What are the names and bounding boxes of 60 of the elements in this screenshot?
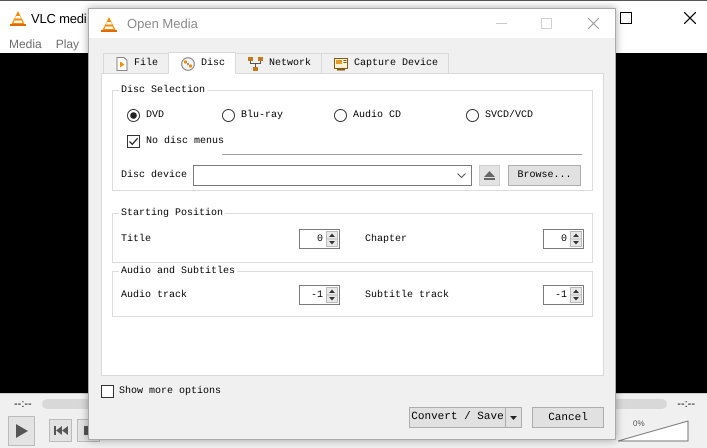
menu-item[interactable]: Play: [56, 37, 80, 51]
radio-button[interactable]: [334, 109, 347, 122]
network-icon: [248, 56, 264, 70]
tab[interactable]: Disc: [168, 52, 236, 74]
radio-label: DVD: [146, 110, 164, 121]
field-label: Subtitle track: [365, 290, 450, 300]
disc-icon: [181, 56, 196, 70]
capture-device-icon: [334, 56, 348, 70]
vlc-cone-icon: [10, 10, 26, 26]
tab[interactable]: File: [103, 53, 170, 73]
close-icon[interactable]: [684, 12, 696, 24]
window-title: VLC medi: [31, 10, 86, 26]
eject-button[interactable]: [479, 165, 500, 186]
tab[interactable]: Capture Device: [321, 53, 450, 73]
checkbox-label: Show more options: [119, 386, 222, 397]
radio-button[interactable]: [466, 109, 479, 122]
vlc-cone-icon: [101, 16, 117, 32]
play-button[interactable]: [8, 416, 35, 446]
field-label: Audio track: [121, 290, 188, 300]
radio-button[interactable]: [127, 109, 140, 122]
elapsed-time: --:--: [14, 398, 32, 410]
checkbox[interactable]: [101, 385, 114, 398]
group-title: Starting Position: [121, 208, 224, 219]
previous-button[interactable]: [49, 419, 72, 442]
eject-icon: [484, 171, 496, 180]
convert-save-button[interactable]: Convert / Save: [409, 407, 522, 428]
checkbox-label: No disc menus: [146, 136, 224, 147]
file-icon: [116, 56, 128, 70]
checkbox[interactable]: [127, 135, 140, 148]
spin-arrows-icon: [326, 231, 338, 247]
spin-arrows-icon: [570, 231, 582, 247]
radio-label: SVCD/VCD: [485, 110, 534, 121]
radio-button[interactable]: [222, 109, 235, 122]
spin-box[interactable]: -1: [543, 285, 584, 305]
field-label: Disc device: [121, 170, 188, 181]
field-label: Title: [121, 234, 152, 244]
field-label: Chapter: [365, 234, 408, 244]
play-icon: [16, 424, 28, 438]
group-title: Disc Selection: [121, 85, 206, 96]
browse-button[interactable]: Browse...: [508, 165, 582, 186]
dialog-title: Open Media: [127, 16, 198, 31]
volume-wedge-icon[interactable]: [617, 420, 689, 442]
radio-label: Audio CD: [353, 110, 402, 121]
caret-icon: [510, 416, 517, 420]
spin-box[interactable]: -1: [299, 285, 340, 305]
maximize-icon[interactable]: [620, 12, 632, 24]
tab[interactable]: Network: [235, 53, 322, 73]
previous-icon: [54, 426, 68, 436]
group-title: Audio and Subtitles: [121, 266, 236, 277]
cancel-button[interactable]: Cancel: [532, 407, 604, 428]
disc-device-field[interactable]: [193, 165, 472, 186]
spin-arrows-icon: [570, 287, 582, 303]
spin-box[interactable]: 0: [543, 229, 584, 249]
volume-level: 0%: [633, 418, 645, 428]
spin-box[interactable]: 0: [299, 229, 340, 249]
caret-icon: [457, 173, 466, 178]
spin-arrows-icon: [326, 287, 338, 303]
menu-item[interactable]: Media: [9, 37, 42, 51]
remaining-time: --:--: [677, 398, 695, 410]
radio-label: Blu-ray: [241, 110, 284, 121]
